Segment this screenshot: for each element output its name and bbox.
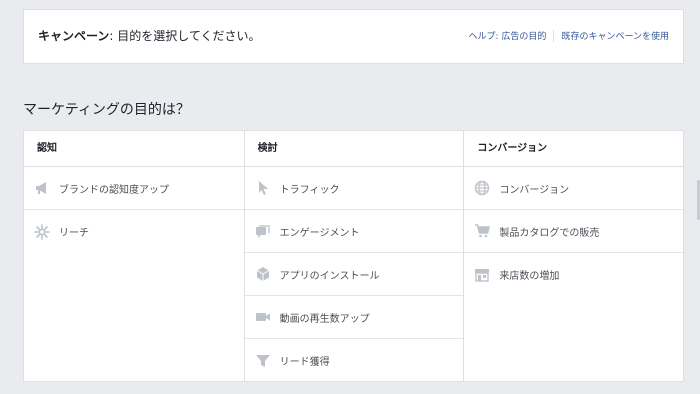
objective-label: コンバージョン [499,184,570,196]
video-camera-icon [254,308,272,326]
campaign-header-card: キャンペーン: 目的を選択してください。 ヘルプ: 広告の目的 既存のキャンペー… [23,9,684,64]
chat-bubbles-icon [254,222,272,240]
objective-lead-generation[interactable]: リード獲得 [245,339,464,382]
objective-reach[interactable]: リーチ [24,210,244,253]
globe-icon [473,179,491,197]
objective-engagement[interactable]: エンゲージメント [244,210,464,253]
cube-icon [254,265,272,283]
objective-label: エンゲージメント [279,227,360,239]
use-existing-campaign-link[interactable]: 既存のキャンペーンを使用 [561,29,669,42]
shopping-cart-icon [473,222,491,240]
header-links: ヘルプ: 広告の目的 既存のキャンペーンを使用 [469,29,669,42]
marketing-objective-question: マーケティングの目的は？ [23,102,190,118]
column-consideration: 検討 トラフィック エンゲージメント アプリのインストール 動画の再生数アップ [243,131,464,382]
objective-label: 来店数の増加 [499,271,560,282]
objective-label: ブランドの認知度アップ [59,184,169,196]
column-title: 検討 [244,131,464,167]
objective-label: リーチ [59,228,89,239]
funnel-icon [254,352,272,370]
cursor-icon [254,179,272,197]
column-title: コンバージョン [464,131,684,167]
objective-conversions[interactable]: コンバージョン [464,167,684,210]
objective-app-installs[interactable]: アプリのインストール [244,253,464,296]
objective-brand-awareness[interactable]: ブランドの認知度アップ [24,167,244,210]
column-conversion: コンバージョン コンバージョン 製品カタログでの販売 来店数の増加 [463,131,684,381]
objective-label: 製品カタログでの販売 [499,227,600,239]
objective-label: トラフィック [279,184,340,196]
objective-catalog-sales[interactable]: 製品カタログでの販売 [464,210,684,253]
column-title: 認知 [24,131,244,167]
campaign-instruction: : 目的を選択してください。 [109,29,261,43]
objective-label: リード獲得 [279,357,330,368]
store-icon [473,266,491,284]
megaphone-icon [33,179,51,197]
objective-video-views[interactable]: 動画の再生数アップ [244,296,464,339]
column-awareness: 認知 ブランドの認知度アップ リーチ [24,131,244,381]
objective-traffic[interactable]: トラフィック [244,167,464,210]
reach-icon [33,223,51,241]
campaign-prompt: キャンペーン: 目的を選択してください。 [38,27,261,44]
objective-store-visits[interactable]: 来店数の増加 [464,253,683,296]
objective-label: 動画の再生数アップ [279,313,370,325]
objective-label: アプリのインストール [279,270,380,282]
help-objectives-link[interactable]: ヘルプ: 広告の目的 [469,29,547,42]
campaign-label: キャンペーン [38,29,110,43]
objective-grid: 認知 ブランドの認知度アップ リーチ 検討 トラフィック エンゲージメント アプ… [23,130,684,382]
link-divider [553,29,555,42]
